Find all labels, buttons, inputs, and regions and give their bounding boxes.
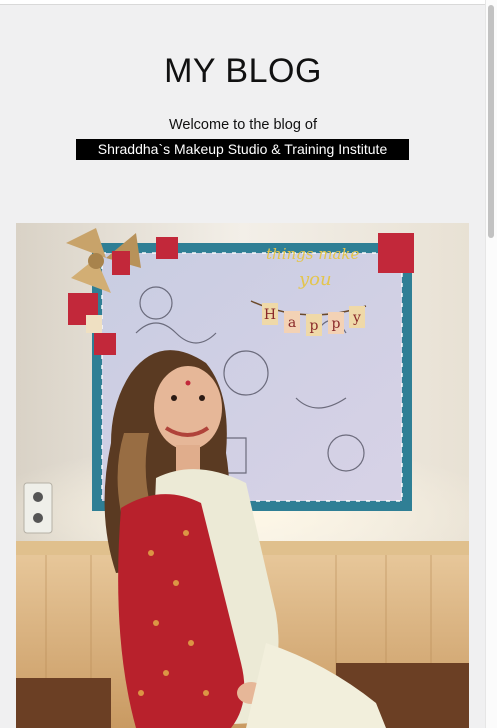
svg-text:y: y (352, 310, 361, 326)
welcome-text: Welcome to the blog of (168, 117, 318, 133)
svg-text:p: p (310, 318, 319, 334)
page-title: MY BLOG (164, 52, 322, 90)
svg-text:you: you (298, 269, 332, 290)
studio-name-highlight: Shraddha`s Makeup Studio & Training Inst… (76, 139, 409, 160)
svg-text:a: a (288, 315, 296, 331)
featured-photo[interactable]: things make you H a p p y (16, 223, 469, 728)
scrollbar-thumb[interactable] (488, 5, 494, 238)
svg-text:p: p (332, 316, 341, 332)
blog-page: MY BLOG Welcome to the blog of Shraddha`… (0, 0, 497, 728)
portrait-photo-illustration: things make you H a p p y (16, 223, 469, 728)
svg-text:things make: things make (266, 245, 359, 263)
top-divider (0, 0, 486, 5)
svg-text:H: H (264, 307, 276, 323)
page-scrollbar[interactable] (485, 0, 497, 728)
